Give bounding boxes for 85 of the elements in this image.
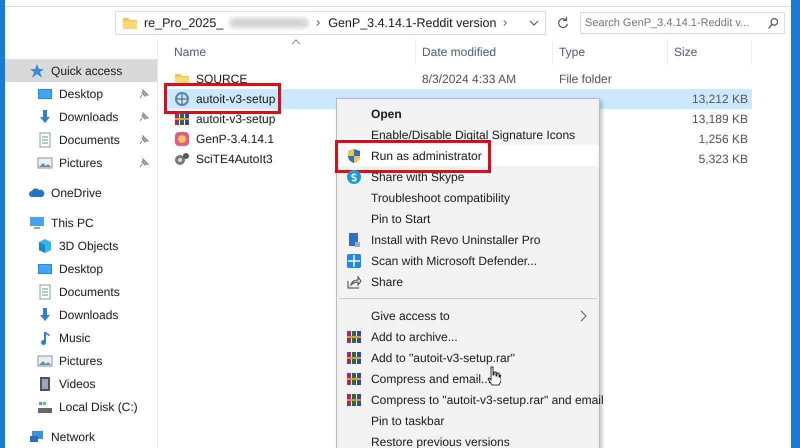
search-icon[interactable] bbox=[767, 16, 780, 30]
computer-icon bbox=[29, 214, 45, 230]
gear-icon bbox=[174, 151, 190, 167]
pin-icon[interactable] bbox=[139, 134, 149, 144]
shield-icon bbox=[346, 252, 362, 268]
nav-item[interactable]: Documents bbox=[5, 280, 157, 303]
menu-item[interactable]: Scan with Microsoft Defender... bbox=[337, 250, 599, 271]
globe-icon bbox=[174, 91, 190, 107]
star-icon bbox=[29, 62, 45, 78]
nav-item[interactable]: Music bbox=[5, 326, 157, 349]
film-icon bbox=[37, 376, 53, 392]
file-name[interactable]: autoit-v3-setup bbox=[196, 92, 276, 106]
installer-icon bbox=[346, 232, 362, 248]
nav-item[interactable]: Local Disk (C:) bbox=[5, 395, 157, 418]
type-cell: File folder bbox=[559, 72, 612, 86]
pin-icon[interactable] bbox=[139, 158, 149, 168]
sort-caret-icon bbox=[291, 39, 301, 45]
document-icon bbox=[37, 132, 53, 148]
nav-item[interactable]: Downloads bbox=[5, 105, 157, 128]
nav-item[interactable]: Network bbox=[5, 425, 157, 448]
pin-icon[interactable] bbox=[139, 112, 149, 122]
menu-item[interactable]: Pin to taskbar bbox=[337, 410, 599, 431]
dropdown-icon[interactable] bbox=[529, 19, 539, 27]
breadcrumb[interactable]: GenP_3.4.14.1-Reddit version bbox=[328, 16, 496, 30]
menu-item[interactable]: Install with Revo Uninstaller Pro bbox=[337, 229, 599, 250]
size-cell: 5,323 KB bbox=[698, 152, 748, 166]
breadcrumb[interactable]: re_Pro_2025_ bbox=[144, 16, 224, 30]
nav-item[interactable]: Downloads bbox=[5, 303, 157, 326]
picture-icon bbox=[37, 352, 53, 368]
menu-item[interactable]: Add to archive... bbox=[337, 326, 599, 347]
books-icon bbox=[346, 370, 362, 386]
nav-item[interactable]: Documents bbox=[5, 128, 157, 151]
down-arrow-icon bbox=[37, 306, 53, 322]
column-header[interactable]: Name bbox=[168, 39, 416, 65]
file-name[interactable]: GenP-3.4.14.1 bbox=[196, 132, 274, 146]
date-cell: 8/3/2024 4:33 AM bbox=[422, 72, 516, 86]
books-icon bbox=[174, 111, 190, 127]
books-icon bbox=[346, 392, 362, 408]
network-icon bbox=[29, 428, 45, 444]
menu-item[interactable]: Share bbox=[337, 271, 599, 292]
size-cell: 13,189 KB bbox=[692, 112, 748, 126]
books-icon bbox=[346, 350, 362, 366]
nav-item[interactable]: Desktop bbox=[5, 82, 157, 105]
books-icon bbox=[346, 328, 362, 344]
folder-icon bbox=[122, 15, 138, 31]
nav-item[interactable]: OneDrive bbox=[5, 181, 157, 204]
chevron-icon[interactable] bbox=[315, 19, 322, 27]
pin-icon[interactable] bbox=[139, 88, 149, 98]
menu-item[interactable]: Pin to Start bbox=[337, 208, 599, 229]
shield-icon bbox=[346, 148, 362, 164]
nav-item[interactable]: Desktop bbox=[5, 257, 157, 280]
size-cell: 13,212 KB bbox=[692, 92, 748, 106]
nav-item[interactable]: Pictures bbox=[5, 151, 157, 174]
skype-icon bbox=[346, 168, 362, 184]
refresh-icon[interactable] bbox=[556, 16, 570, 30]
address-bar[interactable]: re_Pro_2025_ GenP_3.4.14.1-Reddit version bbox=[115, 11, 546, 35]
nav-item[interactable]: Quick access bbox=[5, 59, 157, 82]
column-header[interactable]: Type bbox=[553, 39, 668, 65]
menu-item[interactable]: Troubleshoot compatibility bbox=[337, 187, 599, 208]
file-name[interactable]: autoit-v3-setup bbox=[196, 112, 276, 126]
nav-item[interactable]: Pictures bbox=[5, 349, 157, 372]
menu-item[interactable]: Share with Skype bbox=[337, 166, 599, 187]
search-field[interactable]: Search GenP_3.4.14.1-Reddit v... bbox=[580, 12, 785, 34]
nav-item[interactable]: 3D Objects bbox=[5, 234, 157, 257]
cube-icon bbox=[37, 238, 53, 254]
down-arrow-icon bbox=[37, 108, 53, 124]
menu-item[interactable]: Add to "autoit-v3-setup.rar" bbox=[337, 347, 599, 368]
app-icon bbox=[174, 131, 190, 147]
menu-item[interactable]: Give access to bbox=[337, 305, 599, 326]
menu-item[interactable]: Restore previous versions bbox=[337, 431, 599, 448]
nav-item[interactable]: This PC bbox=[5, 211, 157, 234]
document-icon bbox=[37, 284, 53, 300]
nav-item[interactable]: Videos bbox=[5, 372, 157, 395]
column-header[interactable]: Size bbox=[668, 39, 752, 65]
menu-item[interactable]: Enable/Disable Digital Signature Icons bbox=[337, 124, 599, 145]
file-name[interactable]: SOURCE bbox=[196, 72, 248, 86]
size-cell: 1,256 KB bbox=[698, 132, 748, 146]
menu-item[interactable]: Compress and email... bbox=[337, 368, 599, 389]
share-icon bbox=[346, 274, 362, 290]
picture-icon bbox=[37, 154, 53, 170]
menu-item[interactable]: Open bbox=[337, 103, 599, 124]
chevron-icon[interactable] bbox=[502, 19, 510, 27]
file-name[interactable]: SciTE4AutoIt3 bbox=[196, 152, 273, 166]
column-header[interactable]: Date modified bbox=[416, 39, 553, 65]
menu-item[interactable]: Run as administrator bbox=[337, 145, 599, 166]
